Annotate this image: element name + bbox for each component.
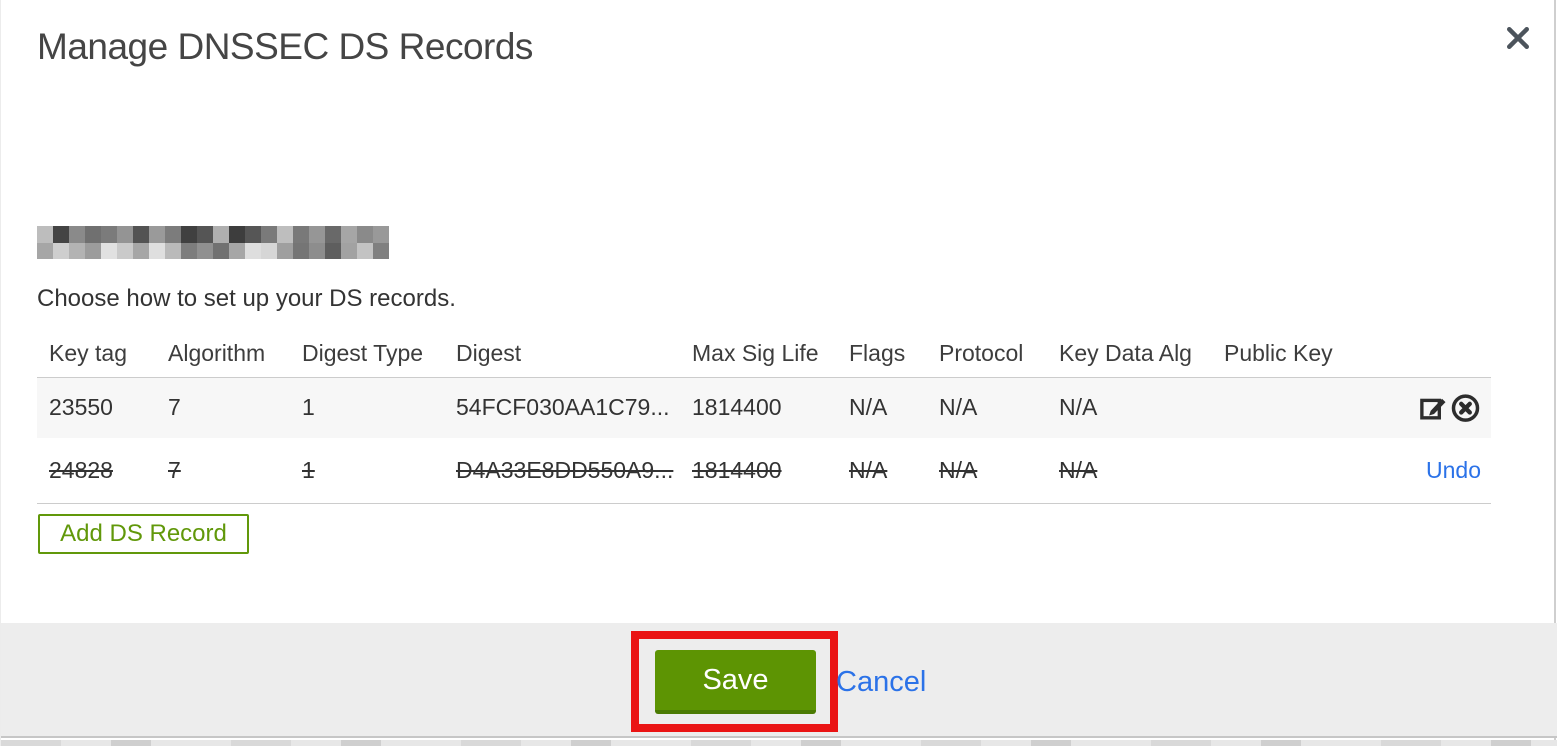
cell-protocol: N/A: [939, 456, 978, 483]
cell-digest: 54FCF030AA1C79...: [456, 394, 670, 421]
cell-max-sig-life: 1814400: [692, 456, 782, 483]
column-header-key-tag: Key tag: [49, 339, 127, 366]
save-button[interactable]: Save: [655, 650, 816, 714]
column-header-digest: Digest: [456, 339, 522, 366]
cell-key-data-alg: N/A: [1059, 394, 1098, 421]
column-header-max-sig-life: Max Sig Life: [692, 339, 819, 366]
cell-algorithm: 7: [168, 456, 181, 483]
column-header-flags: Flags: [849, 339, 906, 366]
table-header-row: Key tag Algorithm Digest Type Digest Max…: [37, 330, 1491, 377]
column-header-algorithm: Algorithm: [168, 339, 266, 366]
instruction-text: Choose how to set up your DS records.: [37, 285, 456, 312]
dnssec-modal: Manage DNSSEC DS Records Choose how to s…: [0, 0, 1557, 746]
row-actions: [1362, 377, 1491, 438]
cell-public-key: [1212, 438, 1362, 503]
cell-digest-type: 1: [302, 456, 315, 483]
cell-key-data-alg: N/A: [1059, 456, 1098, 483]
add-ds-record-button[interactable]: Add DS Record: [38, 514, 249, 554]
close-icon: [1503, 26, 1533, 56]
cell-digest: D4A33E8DD550A9...: [456, 456, 674, 483]
cell-algorithm: 7: [168, 394, 181, 421]
cancel-link[interactable]: Cancel: [836, 666, 926, 699]
cell-digest-type: 1: [302, 394, 315, 421]
redacted-domain: [37, 226, 389, 259]
cell-flags: N/A: [849, 394, 888, 421]
delete-record-button[interactable]: [1450, 392, 1481, 423]
cell-key-tag: 24828: [49, 456, 113, 483]
column-header-digest-type: Digest Type: [302, 339, 424, 366]
column-header-protocol: Protocol: [939, 339, 1024, 366]
edit-record-button[interactable]: [1418, 392, 1449, 423]
cell-max-sig-life: 1814400: [692, 394, 782, 421]
column-header-actions: [1362, 330, 1491, 377]
page-title: Manage DNSSEC DS Records: [37, 26, 533, 67]
delete-icon: [1450, 394, 1481, 426]
undo-link[interactable]: Undo: [1426, 457, 1481, 483]
column-header-public-key: Public Key: [1224, 339, 1333, 366]
cell-protocol: N/A: [939, 394, 978, 421]
edit-icon: [1418, 398, 1449, 426]
row-actions: Undo: [1362, 438, 1491, 503]
ds-records-table: Key tag Algorithm Digest Type Digest Max…: [37, 330, 1491, 504]
window-bottom-edge: [1, 740, 1557, 746]
ds-record-row-active: 23550 7 1 54FCF030AA1C79... 1814400 N/A …: [37, 377, 1491, 438]
cell-flags: N/A: [849, 456, 888, 483]
screen: Manage DNSSEC DS Records Choose how to s…: [0, 0, 1568, 746]
ds-record-row-deleted: 24828 7 1 D4A33E8DD550A9... 1814400 N/A …: [37, 438, 1491, 503]
column-header-key-data-alg: Key Data Alg: [1059, 339, 1192, 366]
cell-key-tag: 23550: [49, 394, 113, 421]
cell-public-key: [1212, 377, 1362, 438]
close-button[interactable]: [1501, 22, 1535, 56]
